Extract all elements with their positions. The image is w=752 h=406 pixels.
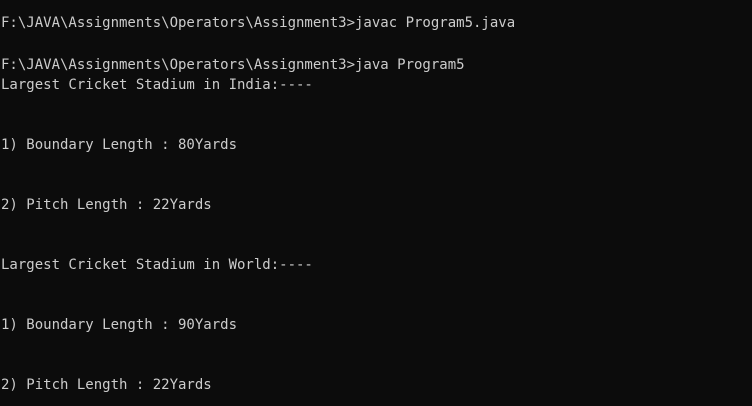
output-pitch-world: 2) Pitch Length : 22Yards: [1, 377, 212, 393]
output-heading-india: Largest Cricket Stadium in India:----: [1, 77, 313, 93]
output-boundary-world: 1) Boundary Length : 90Yards: [1, 317, 238, 333]
output-heading-world: Largest Cricket Stadium in World:----: [1, 257, 313, 273]
command-line-javac: F:\JAVA\Assignments\Operators\Assignment…: [1, 15, 516, 31]
output-boundary-india: 1) Boundary Length : 80Yards: [1, 137, 238, 153]
command-line-java: F:\JAVA\Assignments\Operators\Assignment…: [1, 57, 465, 73]
console-window[interactable]: F:\JAVA\Assignments\Operators\Assignment…: [0, 0, 752, 406]
output-pitch-india: 2) Pitch Length : 22Yards: [1, 197, 212, 213]
